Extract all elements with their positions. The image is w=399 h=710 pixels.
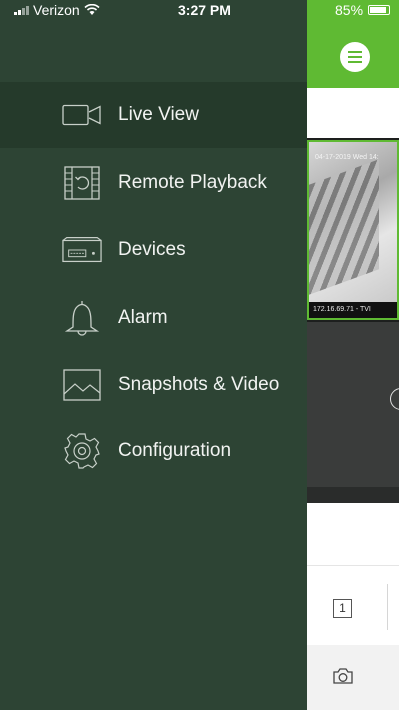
camera-image xyxy=(309,159,379,295)
carrier-info: Verizon xyxy=(14,2,100,18)
empty-camera-tile[interactable] xyxy=(307,322,399,487)
grid-footer xyxy=(307,487,399,503)
camera-timestamp: 04-17-2019 Wed 14: xyxy=(315,154,379,161)
status-bar: Verizon 3:27 PM 85% xyxy=(0,0,399,22)
nav-label-alarm: Alarm xyxy=(118,307,168,328)
nvr-device-icon xyxy=(62,231,102,269)
nav-label-devices: Devices xyxy=(118,239,186,260)
camera-snapshot-icon[interactable] xyxy=(332,667,354,685)
film-playback-icon xyxy=(62,164,102,202)
clock: 3:27 PM xyxy=(178,2,231,18)
nav-item-devices[interactable]: Devices xyxy=(0,217,307,283)
navigation-drawer: Live View Remote Playback Devices Alarm … xyxy=(0,0,307,710)
battery-status: 85% xyxy=(335,2,391,18)
nav-item-configuration[interactable]: Configuration xyxy=(0,418,307,484)
nav-label-remote-playback: Remote Playback xyxy=(118,172,267,193)
nav-item-snapshots-video[interactable]: Snapshots & Video xyxy=(0,352,307,418)
nav-item-remote-playback[interactable]: Remote Playback xyxy=(0,150,307,216)
divider xyxy=(387,584,388,630)
carrier-name: Verizon xyxy=(33,2,80,18)
battery-percent: 85% xyxy=(335,2,364,18)
signal-icon xyxy=(14,5,29,15)
bell-icon xyxy=(62,299,102,337)
camera-tile[interactable]: 04-17-2019 Wed 14: 172.16.69.71 - TVI xyxy=(307,140,399,320)
wifi-icon xyxy=(84,4,100,15)
video-camera-icon xyxy=(62,96,102,134)
battery-icon xyxy=(368,5,391,15)
nav-item-alarm[interactable]: Alarm xyxy=(0,285,307,351)
nav-label-snapshots-video: Snapshots & Video xyxy=(118,374,280,395)
single-split-button[interactable]: 1 xyxy=(333,599,352,618)
nav-item-live-view[interactable]: Live View xyxy=(0,82,307,148)
nav-label-configuration: Configuration xyxy=(118,440,232,461)
gear-icon xyxy=(62,432,102,470)
image-icon xyxy=(62,366,102,404)
camera-label: 172.16.69.71 - TVI xyxy=(309,302,397,318)
nav-label-live-view: Live View xyxy=(118,104,199,125)
menu-icon[interactable] xyxy=(340,42,370,72)
